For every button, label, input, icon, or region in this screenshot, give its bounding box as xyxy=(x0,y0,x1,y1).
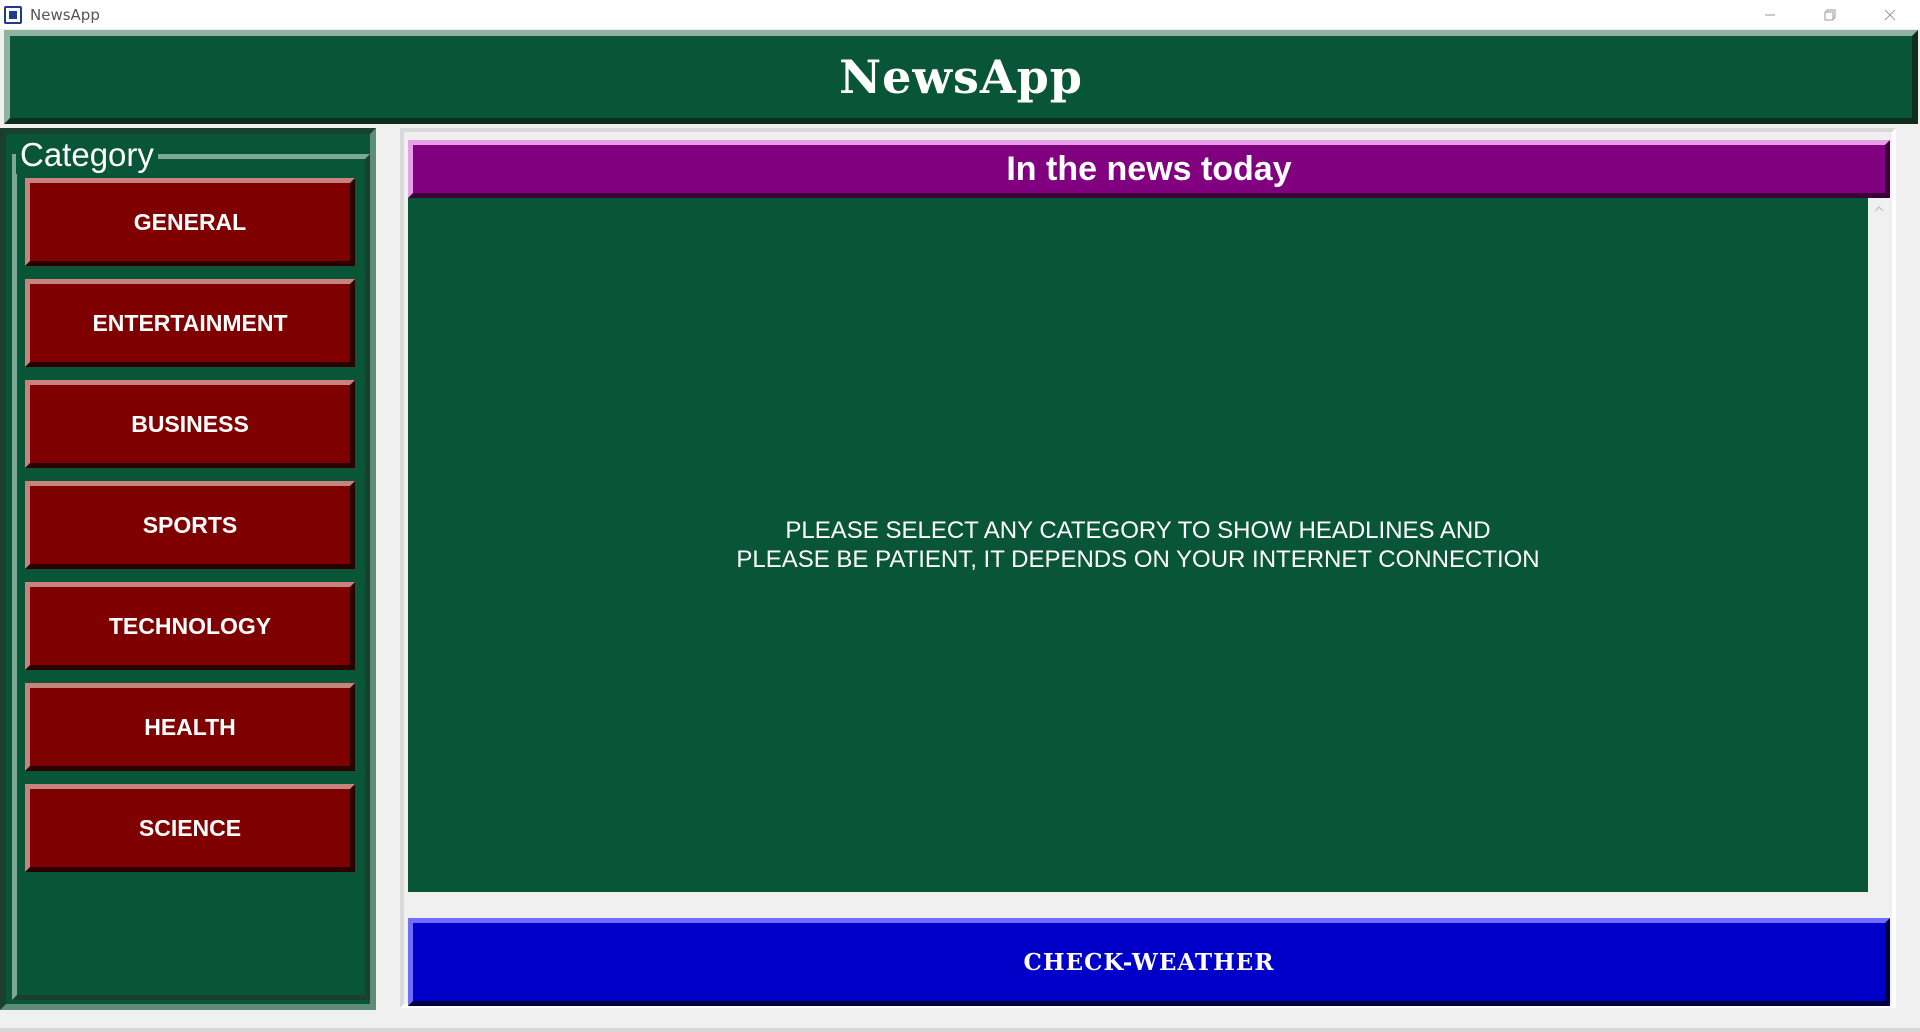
window-titlebar: NewsApp xyxy=(0,0,1920,29)
window-controls xyxy=(1740,0,1920,29)
category-legend: Category xyxy=(16,136,158,174)
category-button-health[interactable]: HEALTH xyxy=(25,683,355,771)
news-message-line-1: PLEASE SELECT ANY CATEGORY TO SHOW HEADL… xyxy=(785,517,1491,544)
news-heading: In the news today xyxy=(1006,149,1292,188)
restore-icon[interactable] xyxy=(1800,0,1860,29)
minimize-icon[interactable] xyxy=(1740,0,1800,29)
news-content-area[interactable]: PLEASE SELECT ANY CATEGORY TO SHOW HEADL… xyxy=(408,198,1868,892)
category-button-entertainment[interactable]: ENTERTAINMENT xyxy=(25,279,355,367)
category-button-technology[interactable]: TECHNOLOGY xyxy=(25,582,355,670)
news-scrollbar[interactable] xyxy=(1868,198,1890,892)
app-icon xyxy=(4,5,22,24)
close-icon[interactable] xyxy=(1860,0,1920,29)
news-heading-bar: In the news today xyxy=(408,140,1890,198)
bottom-edge xyxy=(0,1028,1920,1032)
category-panel: Category GENERAL ENTERTAINMENT BUSINESS … xyxy=(0,128,376,1010)
check-weather-button[interactable]: CHECK-WEATHER xyxy=(408,918,1890,1006)
app-header: NewsApp xyxy=(4,30,1918,124)
window-title: NewsApp xyxy=(30,5,100,24)
scroll-up-arrow-icon[interactable] xyxy=(1868,200,1890,218)
category-button-business[interactable]: BUSINESS xyxy=(25,380,355,468)
category-button-sports[interactable]: SPORTS xyxy=(25,481,355,569)
category-button-science[interactable]: SCIENCE xyxy=(25,784,355,872)
category-button-general[interactable]: GENERAL xyxy=(25,178,355,266)
app-title: NewsApp xyxy=(839,50,1083,104)
check-weather-label: CHECK-WEATHER xyxy=(1023,948,1275,976)
news-message-line-2: PLEASE BE PATIENT, IT DEPENDS ON YOUR IN… xyxy=(736,546,1540,573)
